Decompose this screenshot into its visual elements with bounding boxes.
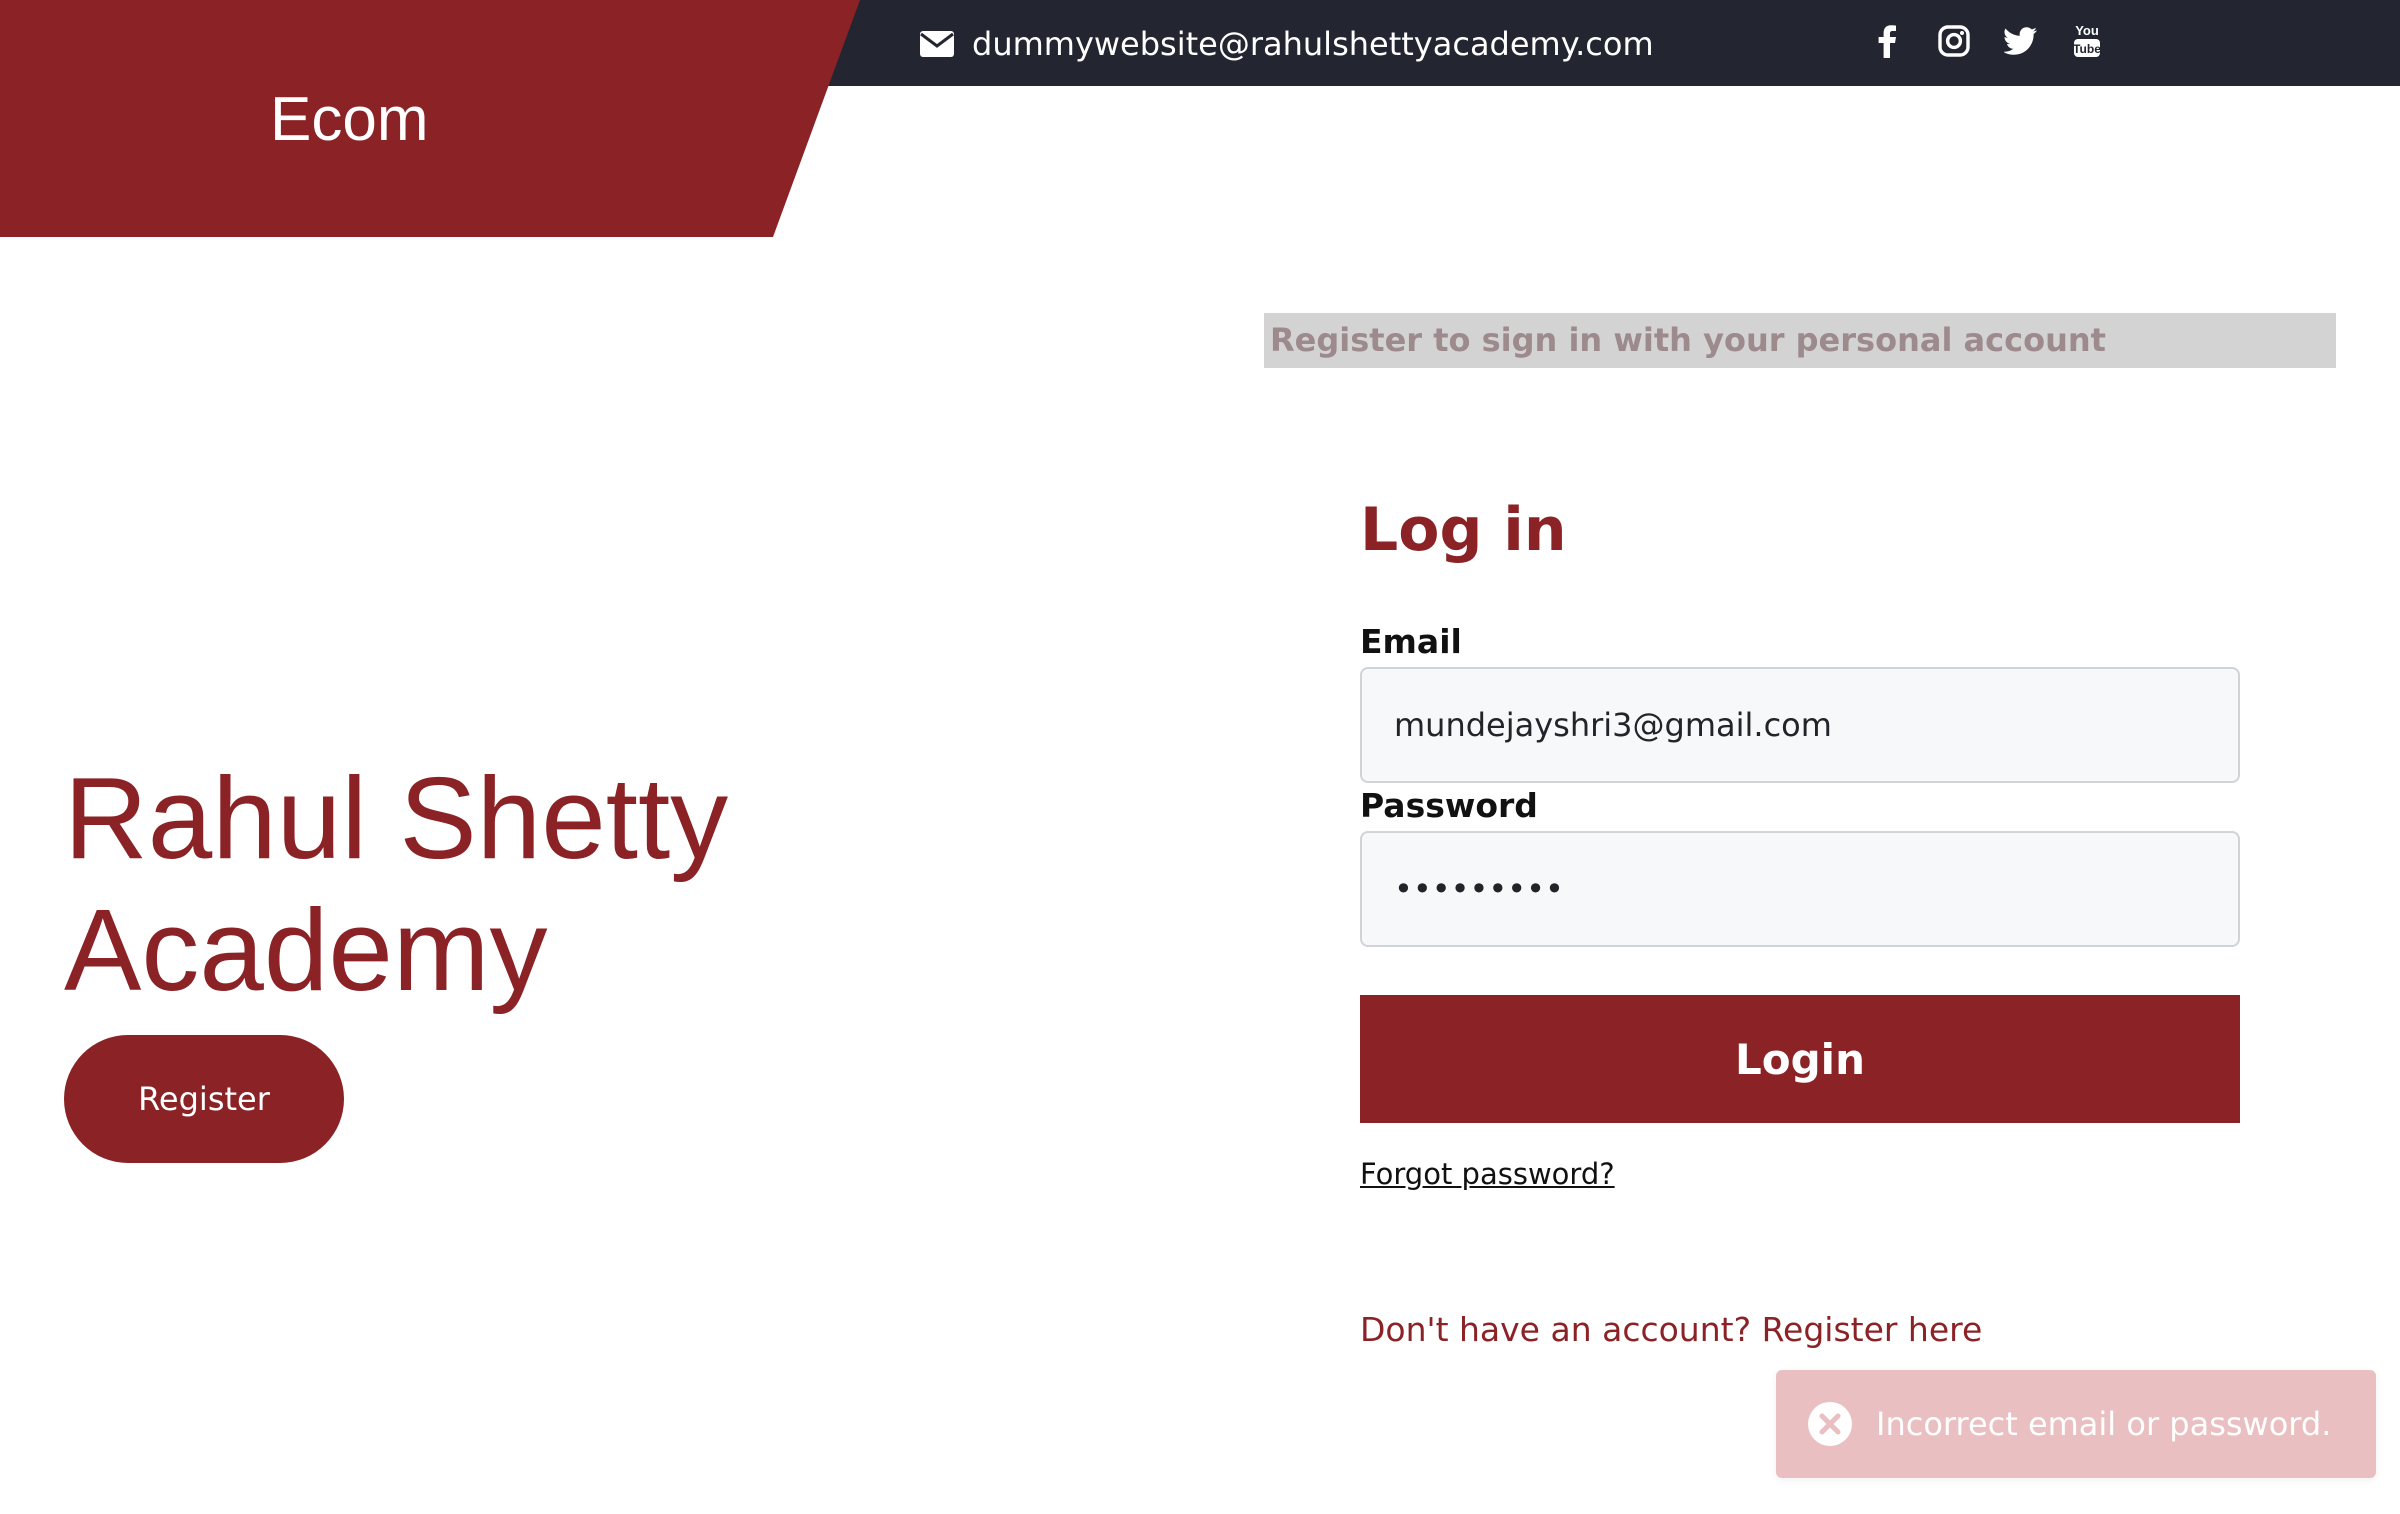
login-page: Ecom dummywebsite@rahulshettyacademy.com… <box>0 0 2400 1514</box>
login-button[interactable]: Login <box>1360 995 2240 1123</box>
twitter-icon[interactable] <box>2004 27 2038 55</box>
brand-panel <box>0 0 860 237</box>
instagram-icon[interactable] <box>1938 25 1970 57</box>
hero-title: Rahul Shetty Academy <box>64 752 764 1016</box>
toast-message: Incorrect email or password. <box>1876 1405 2332 1443</box>
email-label: Email <box>1360 622 1462 661</box>
error-toast[interactable]: Incorrect email or password. <box>1776 1370 2376 1478</box>
error-circle-icon[interactable] <box>1806 1400 1854 1448</box>
hero-register-button[interactable]: Register <box>64 1035 344 1163</box>
svg-text:You: You <box>2075 23 2099 38</box>
brand-title[interactable]: Ecom <box>270 84 428 155</box>
register-here-link[interactable]: Don't have an account? Register here <box>1360 1310 1982 1349</box>
password-label: Password <box>1360 786 1538 825</box>
forgot-password-link[interactable]: Forgot password? <box>1360 1157 1615 1191</box>
svg-text:Tube: Tube <box>2073 42 2101 56</box>
facebook-icon[interactable] <box>1876 24 1898 58</box>
youtube-icon[interactable]: You Tube <box>2072 22 2102 60</box>
hero-title-line-1: Rahul Shetty <box>64 753 729 883</box>
hero-title-line-2: Academy <box>64 885 548 1015</box>
password-input[interactable] <box>1360 831 2240 947</box>
contact-info: dummywebsite@rahulshettyacademy.com <box>920 24 1654 64</box>
contact-email: dummywebsite@rahulshettyacademy.com <box>972 25 1654 63</box>
mail-icon <box>920 31 954 57</box>
social-links: You Tube <box>1876 22 2102 60</box>
email-input[interactable] <box>1360 667 2240 783</box>
login-heading: Log in <box>1360 495 1567 565</box>
register-notice: Register to sign in with your personal a… <box>1264 313 2336 368</box>
